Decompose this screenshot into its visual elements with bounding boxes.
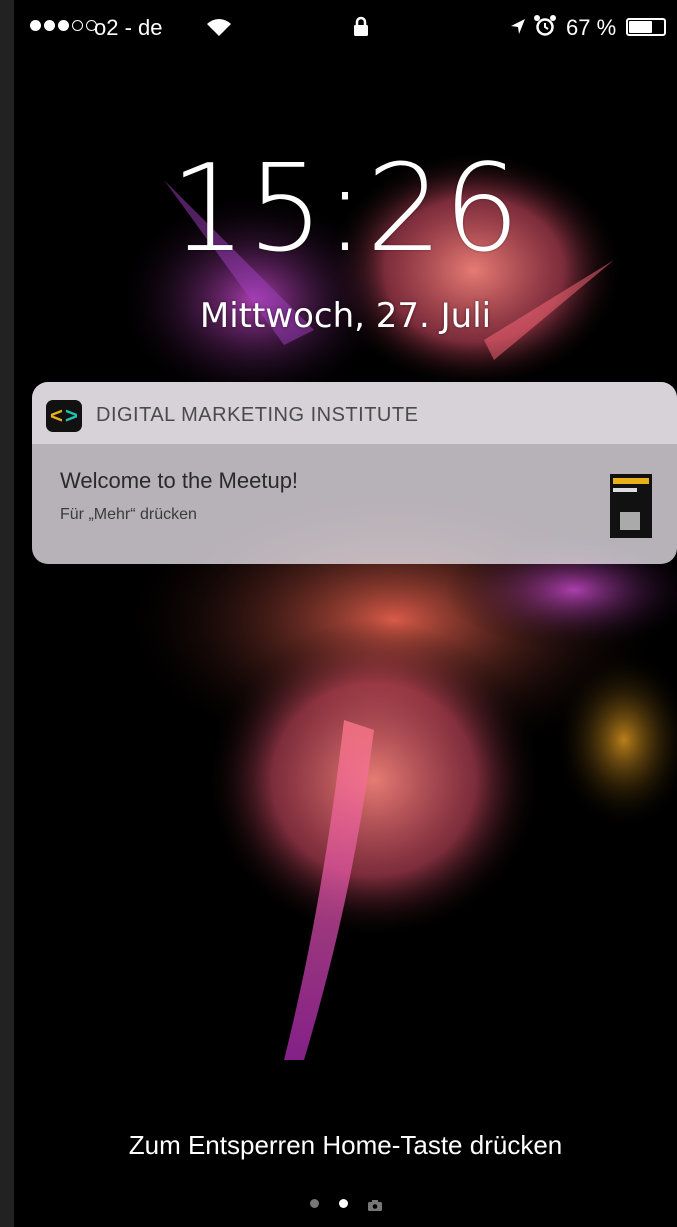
notification-header: < > DIGITAL MARKETING INSTITUTE xyxy=(32,382,677,444)
notification-app-name: DIGITAL MARKETING INSTITUTE xyxy=(96,404,419,426)
signal-dot xyxy=(44,20,55,31)
lock-time: 15:26 xyxy=(170,140,521,279)
signal-dot xyxy=(72,20,83,31)
notification-thumbnail xyxy=(610,474,652,538)
status-bar: o2 - de 67 % xyxy=(14,0,677,58)
app-icon: < > xyxy=(46,400,82,432)
signal-dot xyxy=(58,20,69,31)
carrier-name: o2 - de xyxy=(94,15,163,40)
wifi-icon xyxy=(204,16,234,44)
notification-banner[interactable]: < > DIGITAL MARKETING INSTITUTE Welcome … xyxy=(32,382,677,564)
alarm-icon xyxy=(533,14,557,44)
battery-icon xyxy=(626,18,666,36)
location-arrow-icon xyxy=(509,16,527,44)
lock-date: Mittwoch, 27. Juli xyxy=(199,296,492,336)
notification-subtitle: Für „Mehr“ drücken xyxy=(60,506,197,523)
signal-dot xyxy=(30,20,41,31)
lock-icon xyxy=(353,16,369,44)
notification-title: Welcome to the Meetup! xyxy=(60,468,299,493)
page-dot[interactable] xyxy=(338,1198,348,1208)
camera-icon[interactable] xyxy=(367,1198,382,1211)
battery-percent: 67 % xyxy=(566,15,617,40)
signal-strength xyxy=(30,20,97,31)
lock-screen: o2 - de 67 % 15:26 Mittwoch, 27. Juli < … xyxy=(14,0,677,1227)
page-indicator[interactable] xyxy=(14,1198,677,1211)
unlock-hint: Zum Entsperren Home-Taste drücken xyxy=(128,1130,563,1160)
page-dot[interactable] xyxy=(309,1198,319,1208)
